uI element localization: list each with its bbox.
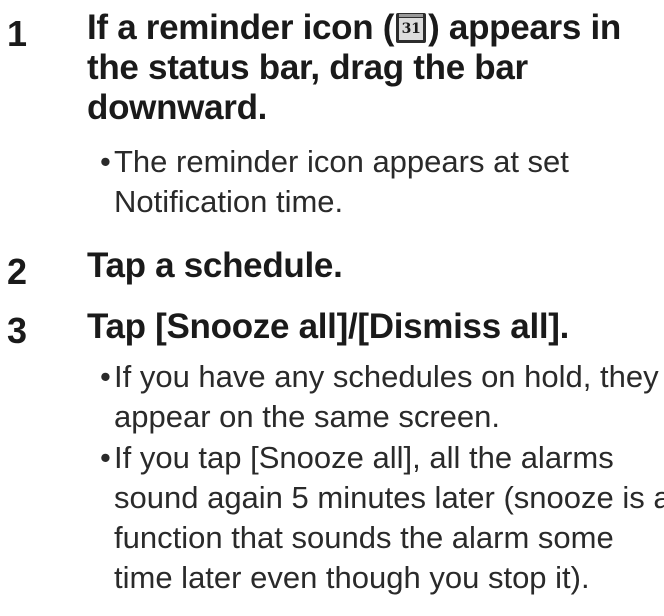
list-item: • If you tap [Snooze all], all the alarms… bbox=[100, 438, 664, 598]
bullet-dot: • bbox=[100, 440, 111, 475]
bullet-text: If you tap [Snooze all], all the alarms … bbox=[114, 440, 664, 595]
calendar-reminder-icon: 31 bbox=[396, 13, 427, 43]
bullet-dot: • bbox=[100, 144, 111, 179]
step-number: 2 bbox=[7, 251, 28, 292]
step-number: 1 bbox=[7, 13, 28, 54]
bullet-text: The reminder icon appears at set Notific… bbox=[114, 144, 569, 219]
step-heading-text-before: If a reminder icon ( bbox=[87, 8, 395, 47]
step-number: 3 bbox=[7, 310, 28, 351]
step-heading: If a reminder icon (31) appears in the s… bbox=[87, 8, 661, 128]
step-heading: Tap a schedule. bbox=[87, 246, 343, 285]
list-item: • If you have any schedules on hold, they… bbox=[100, 357, 664, 437]
bullet-dot: • bbox=[100, 359, 111, 394]
step-heading: Tap [Snooze all]/[Dismiss all]. bbox=[87, 307, 570, 346]
list-item: • The reminder icon appears at set Notifi… bbox=[100, 142, 664, 222]
bullet-text: If you have any schedules on hold, they … bbox=[114, 359, 659, 434]
